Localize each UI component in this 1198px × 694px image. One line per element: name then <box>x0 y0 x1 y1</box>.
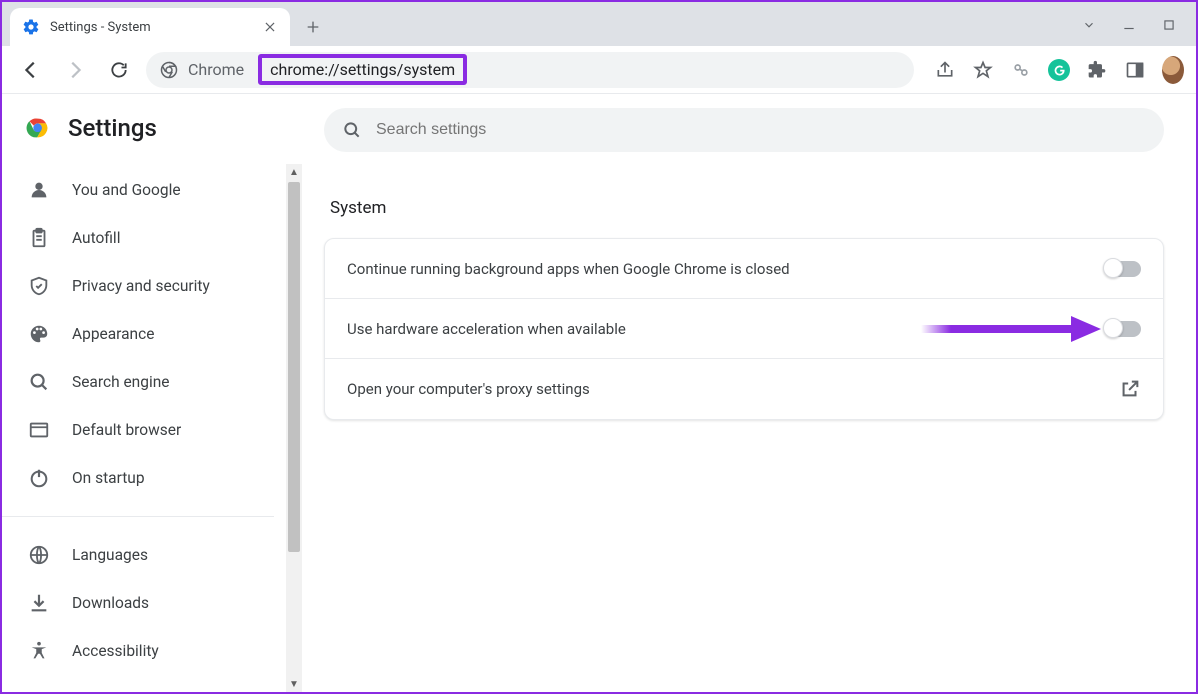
settings-nav: You and Google Autofill Privacy and secu… <box>2 156 302 675</box>
scroll-down-icon[interactable]: ▼ <box>286 676 302 692</box>
sidebar-item-languages[interactable]: Languages <box>2 531 274 579</box>
new-tab-button[interactable] <box>298 12 328 42</box>
scroll-thumb[interactable] <box>288 182 300 552</box>
search-icon <box>342 120 362 140</box>
nav-label: Autofill <box>72 229 120 247</box>
accessibility-icon <box>28 640 50 662</box>
nav-label: Accessibility <box>72 642 159 660</box>
nav-label: Appearance <box>72 325 154 343</box>
person-icon <box>28 179 50 201</box>
scroll-up-icon[interactable]: ▲ <box>286 164 302 180</box>
setting-row-hardware-accel: Use hardware acceleration when available <box>325 299 1163 359</box>
browser-toolbar: Chrome chrome://settings/system <box>2 46 1196 94</box>
row-label: Use hardware acceleration when available <box>347 320 1105 338</box>
maximize-icon[interactable] <box>1162 18 1176 32</box>
shield-icon <box>28 275 50 297</box>
sidebar-item-privacy[interactable]: Privacy and security <box>2 262 274 310</box>
sidebar-item-search-engine[interactable]: Search engine <box>2 358 274 406</box>
system-settings-card: Continue running background apps when Go… <box>324 238 1164 420</box>
sidebar-item-appearance[interactable]: Appearance <box>2 310 274 358</box>
settings-title: Settings <box>68 114 157 142</box>
toggle-hardware-accel[interactable] <box>1105 321 1141 337</box>
profile-avatar[interactable] <box>1162 59 1184 81</box>
nav-label: Downloads <box>72 594 149 612</box>
section-title: System <box>330 198 1174 218</box>
search-icon <box>28 371 50 393</box>
sidepanel-icon[interactable] <box>1124 59 1146 81</box>
setting-row-proxy[interactable]: Open your computer's proxy settings <box>325 359 1163 419</box>
back-button[interactable] <box>14 53 48 87</box>
address-bar[interactable]: Chrome chrome://settings/system <box>146 52 914 88</box>
url-highlight-box: chrome://settings/system <box>258 54 467 85</box>
sidebar-item-accessibility[interactable]: Accessibility <box>2 627 274 675</box>
sidebar-item-autofill[interactable]: Autofill <box>2 214 274 262</box>
chrome-logo-icon <box>24 114 52 142</box>
nav-label: You and Google <box>72 181 181 199</box>
nav-label: On startup <box>72 469 145 487</box>
chrome-page-icon <box>160 61 178 79</box>
search-input[interactable] <box>376 121 1146 139</box>
minimize-icon[interactable] <box>1122 18 1136 32</box>
sidebar-item-you-and-google[interactable]: You and Google <box>2 166 274 214</box>
external-link-icon <box>1119 378 1141 400</box>
omnibox-label: Chrome <box>188 60 244 79</box>
reload-button[interactable] <box>102 53 136 87</box>
grammarly-extension-icon[interactable] <box>1048 59 1070 81</box>
settings-sidebar: Settings You and Google Autofill Privacy… <box>2 94 302 692</box>
sidebar-item-on-startup[interactable]: On startup <box>2 454 274 502</box>
extensions-icon[interactable] <box>1086 59 1108 81</box>
row-label: Continue running background apps when Go… <box>347 260 1105 278</box>
setting-row-background-apps: Continue running background apps when Go… <box>325 239 1163 299</box>
power-icon <box>28 467 50 489</box>
sidebar-item-downloads[interactable]: Downloads <box>2 579 274 627</box>
window-controls <box>1082 18 1196 46</box>
gear-icon <box>22 18 40 36</box>
clipboard-icon <box>28 227 50 249</box>
nav-label: Default browser <box>72 421 181 439</box>
forward-button[interactable] <box>58 53 92 87</box>
settings-search[interactable] <box>324 108 1164 152</box>
globe-icon <box>28 544 50 566</box>
share-icon[interactable] <box>934 59 956 81</box>
toggle-background-apps[interactable] <box>1105 261 1141 277</box>
sidebar-item-default-browser[interactable]: Default browser <box>2 406 274 454</box>
download-icon <box>28 592 50 614</box>
settings-main: System Continue running background apps … <box>302 94 1196 692</box>
row-label: Open your computer's proxy settings <box>347 380 1119 398</box>
star-icon[interactable] <box>972 59 994 81</box>
sidebar-scrollbar[interactable]: ▲ ▼ <box>286 164 302 692</box>
nav-divider <box>2 516 274 517</box>
nav-label: Privacy and security <box>72 277 210 295</box>
chevron-down-icon[interactable] <box>1082 18 1096 32</box>
browser-tab[interactable]: Settings - System <box>10 8 290 46</box>
close-icon[interactable] <box>262 19 278 35</box>
url-text: chrome://settings/system <box>270 60 455 79</box>
nav-label: Search engine <box>72 373 170 391</box>
browser-icon <box>28 419 50 441</box>
window-titlebar: Settings - System <box>2 2 1196 46</box>
palette-icon <box>28 323 50 345</box>
extension-link-icon[interactable] <box>1010 59 1032 81</box>
nav-label: Languages <box>72 546 148 564</box>
tab-title: Settings - System <box>50 20 252 35</box>
